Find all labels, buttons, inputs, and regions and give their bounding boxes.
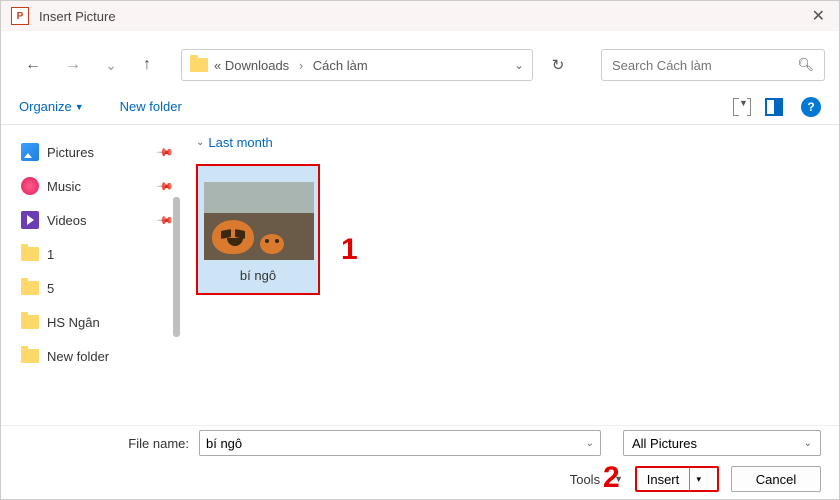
- filename-label: File name:: [19, 436, 189, 451]
- view-dropdown-icon[interactable]: ▼: [739, 98, 747, 116]
- insert-split-dropdown[interactable]: ▾: [689, 468, 707, 490]
- window-title: Insert Picture: [39, 9, 116, 24]
- breadcrumb-cach-lam[interactable]: Cách làm: [313, 58, 368, 73]
- group-label: Last month: [208, 135, 272, 150]
- search-input[interactable]: [612, 58, 797, 73]
- chevron-right-icon: ›: [299, 58, 303, 73]
- breadcrumb[interactable]: « Downloads › Cách làm: [214, 58, 368, 73]
- sidebar-item-music[interactable]: Music 📌: [21, 169, 172, 203]
- refresh-button[interactable]: ↻: [541, 49, 575, 81]
- nav-bar: ← → ⌄ ↑ « Downloads › Cách làm ⌄ ↻ 🔍︎: [1, 41, 839, 89]
- body-area: Pictures 📌 Music 📌 Videos 📌 1 5 HS Ngân …: [1, 125, 839, 425]
- file-list[interactable]: ⌄ Last month bí ngô: [176, 125, 839, 425]
- sidebar-item-videos[interactable]: Videos 📌: [21, 203, 172, 237]
- sidebar-item-hs-ngan[interactable]: HS Ngân: [21, 305, 172, 339]
- forward-button[interactable]: →: [59, 51, 87, 79]
- folder-icon: [21, 247, 39, 261]
- file-label: bí ngô: [204, 268, 312, 283]
- sidebar-item-folder-1[interactable]: 1: [21, 237, 172, 271]
- file-thumbnail: [204, 182, 314, 260]
- cancel-button[interactable]: Cancel: [731, 466, 821, 492]
- chevron-down-icon: ⌄: [804, 438, 812, 449]
- chevron-down-icon: ⌄: [196, 137, 204, 148]
- filter-value: All Pictures: [632, 436, 697, 451]
- folder-icon: [190, 58, 208, 72]
- preview-pane-button[interactable]: [765, 98, 783, 116]
- breadcrumb-downloads[interactable]: Downloads: [225, 58, 289, 73]
- powerpoint-icon: P: [11, 7, 29, 25]
- annotation-1: 1: [341, 233, 358, 267]
- sidebar-item-label: 1: [47, 247, 54, 262]
- search-box[interactable]: 🔍︎: [601, 49, 825, 81]
- folder-icon: [21, 349, 39, 363]
- breadcrumb-prefix: «: [214, 58, 221, 73]
- sidebar-item-label: 5: [47, 281, 54, 296]
- file-type-filter[interactable]: All Pictures ⌄: [623, 430, 821, 456]
- pin-icon: 📌: [156, 143, 175, 162]
- up-button[interactable]: ↑: [133, 51, 161, 79]
- music-icon: [21, 177, 39, 195]
- sidebar-item-label: Music: [47, 179, 81, 194]
- insert-label: Insert: [647, 472, 680, 487]
- sidebar-item-label: HS Ngân: [47, 315, 100, 330]
- pin-icon: 📌: [156, 177, 175, 196]
- bottom-panel: File name: bí ngô ⌄ All Pictures ⌄ Tools…: [1, 425, 839, 499]
- sidebar-item-new-folder[interactable]: New folder: [21, 339, 172, 373]
- address-bar[interactable]: « Downloads › Cách làm ⌄: [181, 49, 533, 81]
- organize-menu[interactable]: Organize ▼: [19, 99, 84, 114]
- folder-icon: [21, 315, 39, 329]
- sidebar-scrollbar[interactable]: [173, 197, 180, 337]
- insert-button[interactable]: Insert ▾: [635, 466, 719, 492]
- titlebar: P Insert Picture ✕: [1, 1, 839, 31]
- filename-input[interactable]: bí ngô ⌄: [199, 430, 601, 456]
- group-header-last-month[interactable]: ⌄ Last month: [196, 135, 839, 150]
- sidebar: Pictures 📌 Music 📌 Videos 📌 1 5 HS Ngân …: [1, 125, 176, 425]
- folder-icon: [21, 281, 39, 295]
- sidebar-item-folder-5[interactable]: 5: [21, 271, 172, 305]
- toolbar: Organize ▼ New folder ▼ ?: [1, 89, 839, 125]
- search-icon[interactable]: 🔍︎: [797, 57, 814, 73]
- back-button[interactable]: ←: [19, 51, 47, 79]
- tools-menu-label[interactable]: Tools: [570, 472, 600, 487]
- sidebar-item-label: New folder: [47, 349, 109, 364]
- chevron-down-icon: ▼: [75, 102, 84, 112]
- sidebar-item-label: Videos: [47, 213, 87, 228]
- recent-locations-button[interactable]: ⌄: [97, 51, 125, 79]
- new-folder-button[interactable]: New folder: [120, 99, 182, 114]
- sidebar-item-pictures[interactable]: Pictures 📌: [21, 135, 172, 169]
- sidebar-item-label: Pictures: [47, 145, 94, 160]
- chevron-down-icon[interactable]: ▼: [614, 474, 623, 484]
- organize-label: Organize: [19, 99, 72, 114]
- chevron-down-icon[interactable]: ⌄: [586, 438, 594, 449]
- close-button[interactable]: ✕: [808, 6, 829, 26]
- help-icon[interactable]: ?: [801, 97, 821, 117]
- videos-icon: [21, 211, 39, 229]
- filename-value: bí ngô: [206, 436, 242, 451]
- file-item-bi-ngo[interactable]: bí ngô: [196, 164, 320, 295]
- address-dropdown-icon[interactable]: ⌄: [514, 58, 524, 72]
- pictures-icon: [21, 143, 39, 161]
- pin-icon: 📌: [156, 211, 175, 230]
